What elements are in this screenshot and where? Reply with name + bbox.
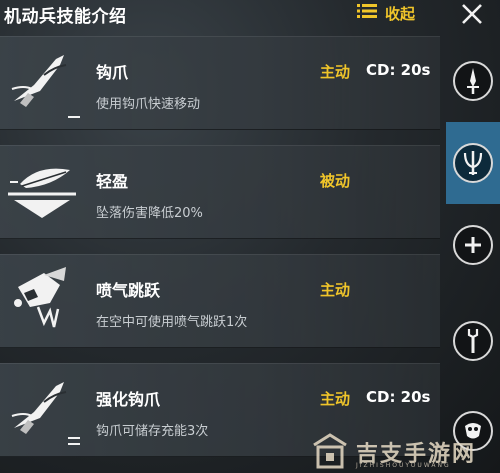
tab-plus[interactable]	[446, 204, 500, 286]
skill-description: 钩爪可储存充能3次	[96, 424, 209, 439]
skill-name: 钩爪	[96, 63, 129, 82]
close-button[interactable]	[458, 0, 486, 28]
close-icon	[462, 4, 482, 24]
watermark: 吉支手游网 JIZHISHOUYOUWANG	[310, 430, 500, 473]
plus-icon	[453, 225, 493, 265]
grapple-hook-icon	[4, 45, 80, 121]
page-title: 机动兵技能介绍	[4, 7, 127, 27]
skill-type: 主动	[320, 390, 351, 408]
skill-row-jet-jump: 喷气跳跃 在空中可使用喷气跳跃1次 主动	[0, 254, 440, 348]
skill-row-grapple: 钩爪 使用钩爪快速移动 主动 CD: 20s	[0, 36, 440, 130]
watermark-logo	[313, 432, 347, 468]
header: 机动兵技能介绍 收起	[0, 0, 500, 28]
skill-name: 轻盈	[96, 172, 129, 191]
skill-description: 在空中可使用喷气跳跃1次	[96, 315, 248, 330]
watermark-subtext: JIZHISHOUYOUWANG	[356, 462, 451, 469]
dagger-icon	[453, 61, 493, 101]
skill-name: 喷气跳跃	[96, 281, 161, 300]
skill-name: 强化钩爪	[96, 390, 161, 409]
skill-description: 坠落伤害降低20%	[96, 206, 203, 221]
trident-icon	[453, 143, 493, 183]
skill-cooldown: CD: 20s	[366, 61, 431, 79]
skill-type: 被动	[320, 172, 351, 190]
jet-jump-icon	[4, 263, 80, 339]
collapse-button[interactable]: 收起	[357, 2, 415, 24]
skill-row-feather: 轻盈 坠落伤害降低20% 被动	[0, 145, 440, 239]
skill-list: 钩爪 使用钩爪快速移动 主动 CD: 20s 轻盈 坠落伤害降低20% 被动 喷…	[0, 36, 446, 473]
tab-trident[interactable]	[446, 122, 500, 204]
skill-type: 主动	[320, 281, 351, 299]
skill-type: 主动	[320, 63, 351, 81]
collapse-label: 收起	[385, 4, 416, 23]
skill-cooldown: CD: 20s	[366, 388, 431, 406]
tab-wrench[interactable]	[446, 300, 500, 382]
skill-description: 使用钩爪快速移动	[96, 97, 201, 112]
enhanced-grapple-icon	[4, 372, 80, 448]
side-tab-bar	[446, 40, 500, 473]
tab-dagger[interactable]	[446, 40, 500, 122]
feather-fall-icon	[4, 154, 80, 230]
list-icon	[357, 3, 377, 23]
wrench-icon	[453, 321, 493, 361]
